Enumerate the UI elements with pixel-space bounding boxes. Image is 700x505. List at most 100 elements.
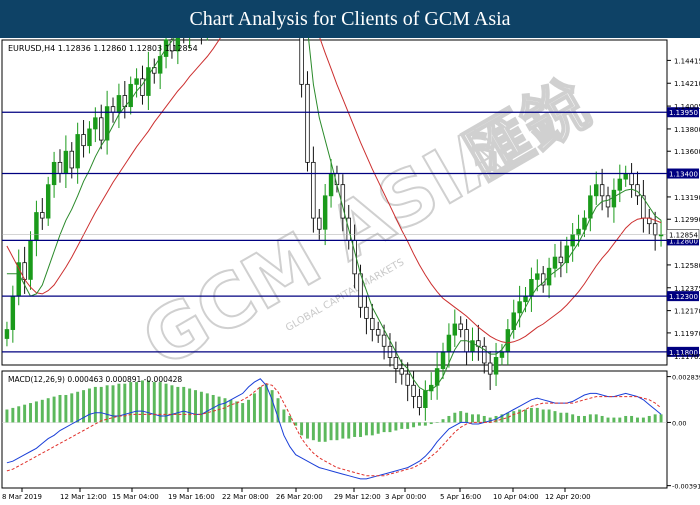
macd-histogram-bar [347,422,351,439]
macd-histogram-bar [329,422,333,441]
bull-candle [4,329,10,339]
macd-histogram-bar [582,415,586,423]
macd-histogram-bar [5,409,9,423]
current-price-label: 1.12854 [669,231,698,239]
price-tick-label: 1.12170 [674,308,700,316]
symbol-header: EURUSD,H4 1.12836 1.12860 1.12803 1.1285… [8,44,198,53]
bear-candle [417,396,422,408]
macd-histogram-bar [524,409,527,423]
bull-candle [423,390,428,408]
bear-candle [57,161,63,174]
macd-histogram-bar [641,417,645,423]
bear-candle [558,256,564,264]
level-label: 1.12300 [669,293,698,301]
macd-histogram-bar [406,422,410,429]
macd-histogram-bar [258,386,262,423]
time-tick-label: 5 Apr 16:00 [440,493,481,500]
macd-histogram-bar [471,414,474,423]
macd-histogram-bar [341,422,345,439]
macd-histogram-bar [17,406,21,423]
macd-histogram-bar [518,409,522,423]
bear-candle [99,117,104,141]
macd-legend: MACD(12,26,9) 0.000463 0.000891 -0.00042… [8,375,182,384]
macd-histogram-bar [182,386,186,423]
macd-histogram-bar [170,385,174,423]
macd-histogram-bar [306,422,309,439]
macd-histogram-bar [288,415,292,423]
bear-candle [599,184,605,197]
macd-histogram-bar [647,415,651,423]
bear-candle [393,357,399,369]
macd-histogram-bar [323,422,327,442]
bear-candle [411,384,416,397]
macd-histogram-bar [247,399,251,423]
macd-histogram-bar [52,396,56,423]
price-tick-label: 1.13800 [674,126,700,134]
bull-candle [116,95,122,113]
bear-candle [370,318,375,330]
bull-candle [75,134,80,169]
macd-histogram-bar [547,409,551,423]
macd-tick-label: 0.002839 [672,374,700,382]
macd-histogram-bar [135,382,139,423]
macd-histogram-bar [594,414,598,423]
macd-histogram-bar [99,386,103,423]
bull-candle [440,351,446,369]
bear-candle [110,106,116,113]
macd-histogram-bar [529,407,533,423]
macd-histogram-bar [129,382,133,423]
macd-histogram-bar [223,398,227,423]
macd-histogram-bar [412,422,416,428]
macd-histogram-bar [264,383,268,423]
bear-candle [311,161,316,219]
macd-histogram-bar [300,422,304,436]
time-tick-label: 26 Mar 20:00 [276,493,323,500]
bear-candle [487,362,493,375]
macd-histogram-bar [435,422,439,423]
macd-histogram-bar [459,411,463,423]
bull-candle [523,295,528,303]
bull-candle [517,301,522,314]
bull-candle [499,351,505,358]
bull-candle [552,256,558,269]
bear-candle [364,306,369,319]
macd-histogram-bar [229,399,233,423]
bear-candle [81,134,86,147]
bull-candle [87,128,92,147]
macd-histogram-bar [417,422,421,426]
macd-histogram-bar [105,385,109,423]
price-tick-label: 1.13600 [674,148,700,156]
bull-candle [493,357,499,375]
bull-candle [611,189,617,208]
time-tick-label: 22 Mar 08:00 [222,493,269,500]
macd-histogram-bar [600,415,604,423]
macd-histogram-bar [571,414,575,423]
bull-candle [576,228,581,236]
chart-frame: GCM ASIA 匯銳 GLOBAL CAPITAL MARKETS 1.139… [0,0,700,501]
macd-histogram-bar [317,422,321,442]
bear-candle [69,150,74,169]
chart-title: Chart Analysis for Clients of GCM Asia [189,8,511,30]
price-tick-label: 1.11970 [674,330,700,338]
macd-histogram-bar [447,415,451,423]
macd-histogram-bar [282,409,286,423]
macd-histogram-bar [64,394,68,423]
price-tick-label: 1.14210 [674,80,700,88]
time-tick-label: 10 Apr 04:00 [493,493,539,500]
bear-candle [458,323,463,330]
bull-candle [617,178,623,191]
macd-histogram-bar [388,422,392,433]
macd-histogram-bar [541,409,545,423]
macd-histogram-bar [618,417,622,423]
chart-svg: GCM ASIA 匯銳 GLOBAL CAPITAL MARKETS 1.139… [1,0,700,501]
bull-candle [452,323,458,336]
macd-histogram-bar [188,388,192,423]
bear-candle [317,217,322,230]
macd-histogram-bar [76,391,80,423]
bull-candle [10,295,16,330]
time-tick-label: 29 Mar 12:00 [334,493,381,500]
macd-histogram-bar [29,403,32,423]
bear-candle [375,329,381,336]
bear-candle [405,373,410,386]
macd-histogram-bar [311,422,315,441]
